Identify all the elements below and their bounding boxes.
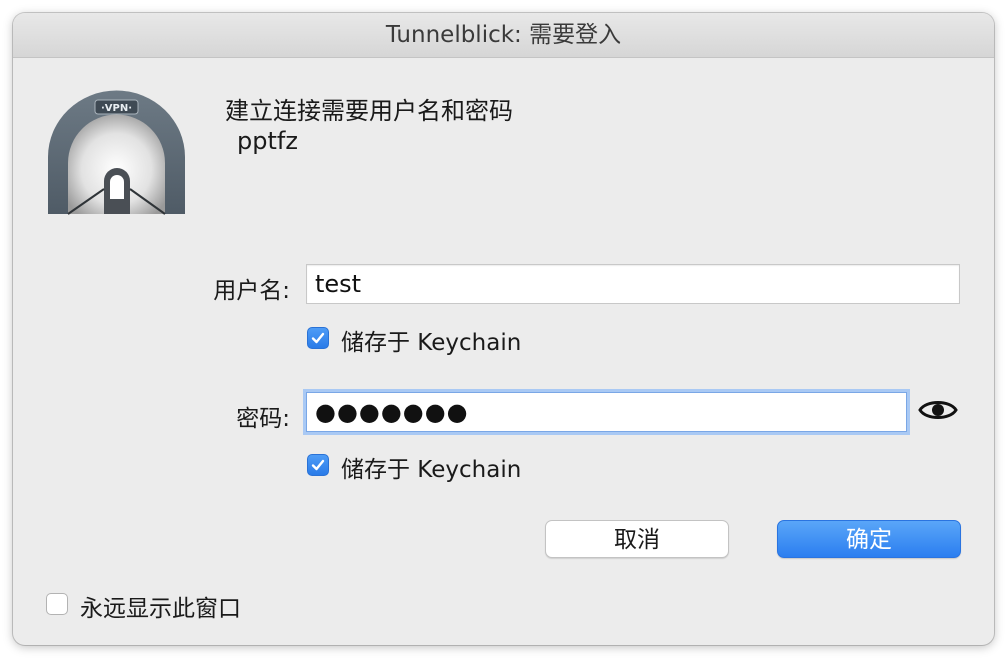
password-field[interactable]: ●●●●●●● <box>306 392 907 432</box>
vpn-badge-text: ·VPN· <box>101 103 132 114</box>
login-dialog: Tunnelblick: 需要登入 ·VPN· 建立连接需要用户名和密码 ppt… <box>13 13 994 645</box>
always-show-label[interactable]: 永远显示此窗口 <box>80 589 241 623</box>
vpn-tunnel-icon: ·VPN· <box>44 89 189 217</box>
checkmark-icon <box>311 332 325 344</box>
username-field[interactable]: test <box>306 264 960 304</box>
eye-icon[interactable] <box>918 396 958 424</box>
checkmark-icon <box>311 459 325 471</box>
password-keychain-label[interactable]: 储存于 Keychain <box>341 450 521 484</box>
username-keychain-checkbox[interactable] <box>307 327 329 349</box>
always-show-checkbox[interactable] <box>46 593 68 615</box>
window-title: Tunnelblick: 需要登入 <box>385 22 622 48</box>
password-label: 密码: <box>236 406 290 432</box>
connection-name: pptfz <box>237 127 298 155</box>
title-bar[interactable]: Tunnelblick: 需要登入 <box>13 13 994 58</box>
ok-button[interactable]: 确定 <box>777 520 961 558</box>
username-keychain-label[interactable]: 储存于 Keychain <box>341 323 521 357</box>
dialog-message: 建立连接需要用户名和密码 <box>225 97 513 125</box>
cancel-button[interactable]: 取消 <box>545 520 729 558</box>
username-label: 用户名: <box>213 278 290 304</box>
password-keychain-checkbox[interactable] <box>307 454 329 476</box>
